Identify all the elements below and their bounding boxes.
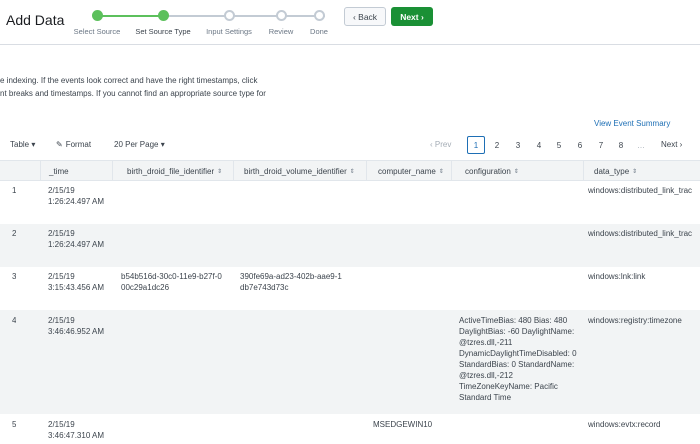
row-number: 4	[12, 316, 17, 325]
sort-icon: ⇕	[349, 168, 355, 175]
cell-time: 2/15/19 3:46:46.952 AM	[48, 316, 105, 336]
step-line-todo	[163, 15, 325, 17]
intro-line-2: nt breaks and timestamps. If you cannot …	[0, 89, 266, 98]
step-label-set-source-type: Set Source Type	[135, 27, 191, 36]
table-header: _time birth_droid_file_identifier ⇕ birth…	[0, 160, 700, 181]
intro-text: e indexing. If the events look correct a…	[0, 74, 700, 100]
column-label: data_type	[594, 166, 630, 176]
step-progress: Select Source Set Source Type Input Sett…	[72, 10, 342, 40]
step-dot-set-source-type	[158, 10, 169, 21]
page-5-button[interactable]: 5	[550, 136, 568, 154]
table-row[interactable]: 2 2/15/19 1:26:24.497 AM windows:distrib…	[0, 224, 700, 267]
header: Add Data Select Source Set Source Type I…	[0, 0, 700, 44]
column-header-computer-name[interactable]: computer_name ⇕	[366, 161, 451, 181]
cell-data-type: windows:registry:timezone	[588, 316, 682, 325]
step-dot-select-source	[92, 10, 103, 21]
row-number: 1	[12, 186, 17, 195]
column-label: birth_droid_file_identifier	[127, 166, 215, 176]
table-row[interactable]: 4 2/15/19 3:46:46.952 AM ActiveTimeBias:…	[0, 310, 700, 414]
results-toolbar: Table ▾ ✎ Format 20 Per Page ▾ ‹ Prev 1 2…	[0, 135, 700, 157]
table-view-dropdown[interactable]: Table ▾	[10, 140, 35, 149]
header-divider	[0, 44, 700, 45]
step-label-input-settings: Input Settings	[206, 27, 252, 36]
intro-line-1: e indexing. If the events look correct a…	[0, 76, 258, 85]
cell-volume-id: 390fe69a-ad23-402b-aae9-1db7e743d73c	[240, 272, 342, 292]
page-6-button[interactable]: 6	[571, 136, 589, 154]
sort-icon: ⇕	[632, 168, 638, 175]
page-4-button[interactable]: 4	[530, 136, 548, 154]
page-ellipsis: …	[637, 140, 645, 150]
column-label: configuration	[465, 166, 511, 176]
cell-data-type: windows:lnk:link	[588, 272, 646, 281]
row-number: 5	[12, 420, 17, 429]
column-header-file-id[interactable]: birth_droid_file_identifier ⇕	[112, 161, 233, 181]
step-dot-input-settings	[224, 10, 235, 21]
cell-time: 2/15/19 1:26:24.497 AM	[48, 186, 105, 206]
next-button[interactable]: Next ›	[391, 7, 433, 26]
column-header-data-type[interactable]: data_type ⇕	[583, 161, 700, 181]
format-label: Format	[65, 140, 92, 149]
step-label-review: Review	[268, 27, 294, 36]
column-label: computer_name	[378, 166, 436, 176]
row-number: 3	[12, 272, 17, 281]
step-line-done	[97, 15, 163, 17]
cell-computer-name: MSEDGEWIN10	[373, 420, 433, 429]
step-label-done: Done	[310, 27, 328, 36]
table-row[interactable]: 5 2/15/19 3:46:47.310 AM MSEDGEWIN10 win…	[0, 414, 700, 444]
back-button[interactable]: ‹ Back	[344, 7, 386, 26]
column-header-volume-id[interactable]: birth_droid_volume_identifier ⇕	[233, 161, 366, 181]
column-label: _time	[49, 166, 69, 176]
column-header-configuration[interactable]: configuration ⇕	[451, 161, 583, 181]
cell-file-id: b54b516d-30c0-11e9-b27f-000c29a1dc26	[121, 272, 222, 292]
view-event-summary-link[interactable]: View Event Summary	[594, 119, 670, 128]
row-number: 2	[12, 229, 17, 238]
next-page-button[interactable]: Next ›	[661, 140, 682, 149]
step-dot-review	[276, 10, 287, 21]
prev-page-button[interactable]: ‹ Prev	[430, 140, 451, 149]
column-label: birth_droid_volume_identifier	[244, 166, 347, 176]
per-page-dropdown[interactable]: 20 Per Page ▾	[114, 140, 165, 149]
step-label-select-source: Select Source	[73, 27, 121, 36]
cell-time: 2/15/19 3:46:47.310 AM	[48, 420, 105, 440]
table-row[interactable]: 1 2/15/19 1:26:24.497 AM windows:distrib…	[0, 181, 700, 224]
sort-icon: ⇕	[513, 168, 519, 175]
page-1-button[interactable]: 1	[467, 136, 485, 154]
pencil-icon: ✎	[56, 140, 63, 149]
sort-icon: ⇕	[438, 168, 444, 175]
format-button[interactable]: ✎ Format	[56, 140, 91, 149]
cell-data-type: windows:distributed_link_trac	[588, 229, 693, 238]
cell-data-type: windows:evtx:record	[588, 420, 661, 429]
page-2-button[interactable]: 2	[488, 136, 506, 154]
page-title: Add Data	[6, 12, 65, 28]
table-row[interactable]: 3 2/15/19 3:15:43.456 AM b54b516d-30c0-1…	[0, 267, 700, 310]
cell-data-type: windows:distributed_link_trac	[588, 186, 693, 195]
cell-time: 2/15/19 1:26:24.497 AM	[48, 229, 105, 249]
page-8-button[interactable]: 8	[612, 136, 630, 154]
page-3-button[interactable]: 3	[509, 136, 527, 154]
sort-icon: ⇕	[217, 168, 223, 175]
page-7-button[interactable]: 7	[592, 136, 610, 154]
column-header-time[interactable]: _time	[40, 161, 112, 181]
cell-configuration: ActiveTimeBias: 480 Bias: 480 DaylightBi…	[459, 316, 577, 402]
cell-time: 2/15/19 3:15:43.456 AM	[48, 272, 105, 292]
step-dot-done	[314, 10, 325, 21]
